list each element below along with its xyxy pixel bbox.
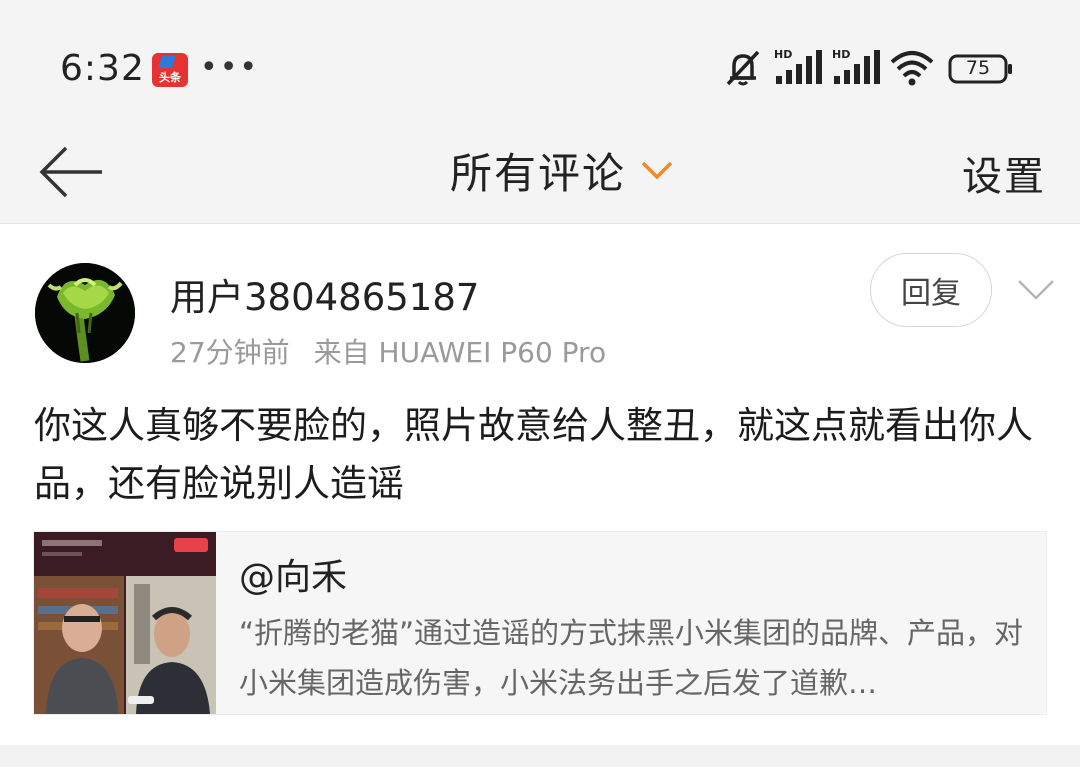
comment-body: 你这人真够不要脸的，照片故意给人整丑，就这点就看出你人品，还有脸说别人造谣 — [34, 404, 1033, 505]
news-app-icon-label: 头条 — [159, 71, 181, 84]
battery-level: 75 — [965, 57, 991, 79]
page-title: 所有评论 — [450, 148, 627, 198]
comment-filter-dropdown[interactable]: 所有评论 — [450, 140, 674, 200]
linked-post-card[interactable]: @向禾 “折腾的老猫”通过造谣的方式抹黑小米集团的品牌、产品，对小米集团造成伤害… — [33, 531, 1047, 715]
status-bar: 6:32 头条 ••• HD HD 75 — [0, 0, 1080, 120]
comment-item: 用户3804865187 27分钟前 来自 HUAWEI P60 Pro 回复 … — [0, 225, 1080, 745]
chevron-down-icon[interactable] — [1016, 277, 1056, 303]
linked-post-thumbnail — [34, 532, 216, 714]
status-time: 6:32 — [60, 48, 145, 89]
comment-source: 来自 HUAWEI P60 Pro — [313, 336, 607, 369]
back-button[interactable] — [36, 142, 108, 202]
comment-username[interactable]: 用户3804865187 — [170, 267, 479, 321]
news-app-icon: 头条 — [152, 53, 188, 87]
settings-button[interactable]: 设置 — [962, 144, 1046, 202]
comment-time: 27分钟前 — [170, 336, 290, 369]
linked-post-author: @向禾 — [239, 557, 348, 598]
more-notifications-icon: ••• — [200, 50, 260, 85]
signal-icon: HD — [774, 48, 822, 88]
signal-icon-2: HD — [832, 48, 880, 88]
linked-post-excerpt: “折腾的老猫”通过造谣的方式抹黑小米集团的品牌、产品，对小米集团造成伤害，小米法… — [239, 616, 1024, 700]
comment-meta: 27分钟前 来自 HUAWEI P60 Pro — [170, 331, 606, 371]
title-bar: 所有评论 设置 — [0, 120, 1080, 224]
divider — [0, 745, 1080, 767]
bell-muted-icon — [726, 50, 760, 86]
reply-button[interactable]: 回复 — [870, 253, 992, 327]
avatar[interactable] — [35, 263, 135, 363]
back-arrow-icon — [39, 146, 102, 198]
battery-icon: 75 — [948, 54, 1014, 84]
wifi-icon — [890, 51, 934, 86]
chevron-down-icon — [641, 161, 673, 180]
status-icons: HD HD 75 — [722, 48, 1022, 90]
